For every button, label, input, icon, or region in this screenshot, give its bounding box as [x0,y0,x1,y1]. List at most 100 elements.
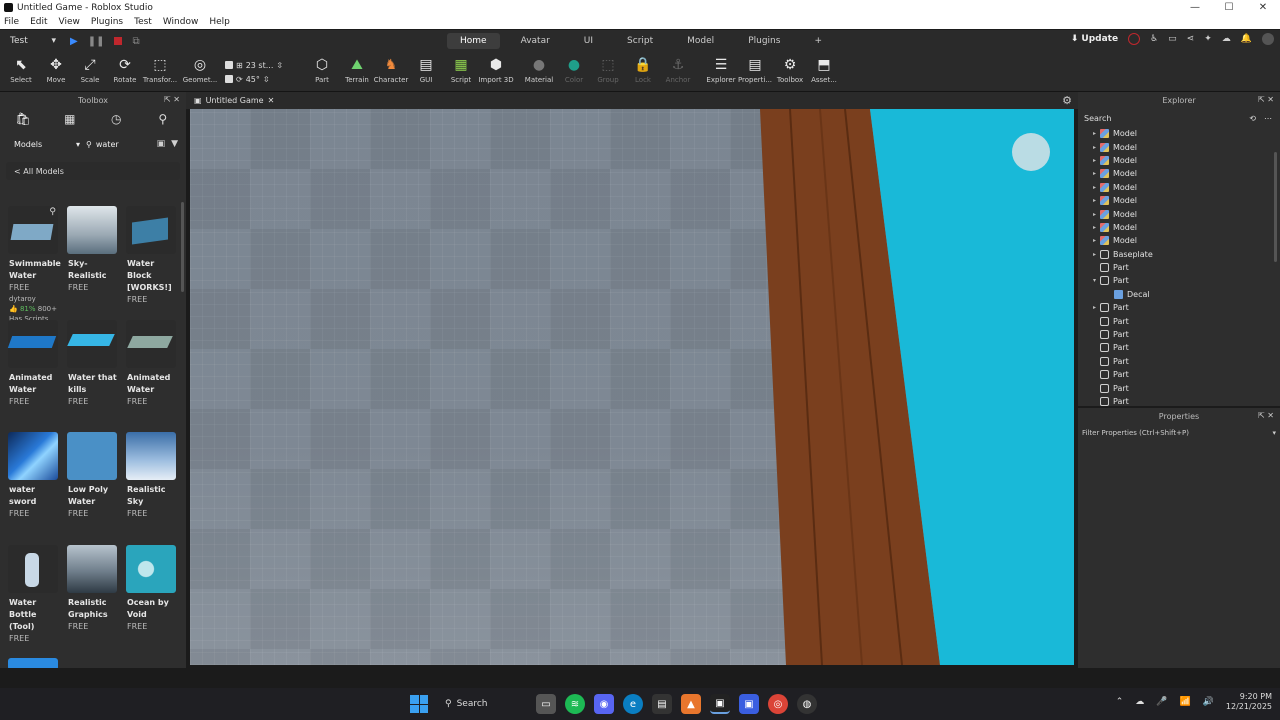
stepper-icon[interactable]: ⇳ [276,61,283,70]
expand-arrow-icon[interactable]: ▸ [1084,224,1096,231]
material-tool[interactable]: ● Material [519,57,559,84]
move-snap-checkbox[interactable] [225,61,233,69]
edge-icon[interactable]: e [623,694,643,714]
roblox-icon[interactable]: ▣ [739,694,759,714]
toolbox-item[interactable]: Animated Water FREE [4,320,60,408]
rotate-snap-row[interactable]: ⟳ 45° ⇳ [225,72,291,86]
toolbox-item[interactable]: Water Bottle (Tool) FREE [4,545,60,645]
expand-arrow-icon[interactable]: ▸ [1084,130,1096,137]
explorer-item[interactable]: ▸ Part [1078,301,1280,314]
pause-icon[interactable]: ❚❚ [88,36,105,47]
windows-start-icon[interactable] [410,695,428,713]
toolbox-item[interactable]: Water that kills FREE [63,320,119,408]
move-snap-row[interactable]: ⊞ 23 st... ⇳ [225,58,291,72]
menu-edit[interactable]: Edit [30,17,47,27]
taskbar-search[interactable]: ⚲ Search [437,694,527,714]
spotify-icon[interactable]: ≋ [565,694,585,714]
toolbox-item[interactable]: Animated Water FREE [122,320,178,408]
select-tool[interactable]: ⬉ Select [1,57,41,84]
menu-view[interactable]: View [59,17,80,27]
explorer-item[interactable]: ▸ Model [1078,221,1280,234]
recent-tab-icon[interactable]: ◷ [93,112,140,126]
menu-help[interactable]: Help [209,17,230,27]
chrome-icon[interactable]: ◎ [768,694,788,714]
script-tool[interactable]: ▦ Script [441,57,481,84]
rotate-snap-value[interactable]: 45° [246,75,260,84]
creations-tab-icon[interactable]: ⚲ [140,112,187,126]
explorer-search-input[interactable]: Search ⟲ ⋯ [1082,110,1276,126]
tab-home[interactable]: Home [447,33,500,49]
explorer-item[interactable]: Part [1078,368,1280,381]
expand-arrow-icon[interactable]: ▸ [1084,170,1096,177]
rotate-tool[interactable]: ⟳ Rotate [105,57,145,84]
toolbox-item[interactable]: Ocean by Void FREE [122,545,178,633]
expand-arrow-icon[interactable]: ▸ [1084,211,1096,218]
tab-plugins[interactable]: Plugins [735,33,793,49]
document-tab[interactable]: ▣ Untitled Game ✕ [194,96,274,105]
viewport-settings-icon[interactable]: ⚙ [1062,94,1072,107]
inventory-tab-icon[interactable]: ▦ [47,112,94,126]
mode-dropdown[interactable]: Test ▾ [6,33,60,49]
chevron-up-icon[interactable]: ⌃ [1116,697,1124,707]
clock[interactable]: 9:20 PM 12/21/2025 [1226,692,1272,712]
expand-arrow-icon[interactable]: ▸ [1084,304,1096,311]
tab-model[interactable]: Model [674,33,727,49]
update-button[interactable]: ⬇ Update [1071,34,1118,44]
cloud-icon[interactable]: ☁ [1135,697,1144,707]
rotate-snap-checkbox[interactable] [225,75,233,83]
toolbox-item[interactable]: Low Poly Water FREE [63,432,119,520]
file-manager-icon[interactable]: ▭ [536,694,556,714]
expand-arrow-icon[interactable]: ▸ [1084,251,1096,258]
chevron-down-icon[interactable]: ▾ [1272,429,1276,437]
collab-icon[interactable]: ✦ [1204,34,1212,44]
wifi-icon[interactable]: 📶 [1179,697,1190,707]
toolbox-item[interactable]: Realistic Sky FREE [122,432,178,520]
toolbox-item[interactable]: water sword FREE [4,432,60,520]
gui-tool[interactable]: ▤ GUI [406,57,446,84]
roblox-studio-taskbar-icon[interactable]: ▣ [710,694,730,714]
lock-tool[interactable]: 🔒 Lock [623,57,663,84]
explorer-item[interactable]: Part [1078,355,1280,368]
item-creator[interactable]: dytaroy [9,294,60,304]
explorer-item[interactable]: Part [1078,381,1280,394]
part-tool[interactable]: ⬡ Part [302,57,342,84]
client-server-icon[interactable]: ⧉ [132,36,139,47]
menu-plugins[interactable]: Plugins [91,17,123,27]
menu-test[interactable]: Test [134,17,152,27]
all-models-button[interactable]: < All Models [6,162,180,180]
expand-arrow-icon[interactable]: ▸ [1084,144,1096,151]
explorer-item[interactable]: ▸ Model [1078,207,1280,220]
more-icon[interactable]: ⋯ [1264,114,1272,123]
toolbox-search-input[interactable]: ⚲ water [86,140,151,149]
stop-icon[interactable] [114,37,123,45]
accessibility-icon[interactable]: ♿ [1150,34,1158,44]
move-snap-value[interactable]: 23 st... [246,61,274,70]
explorer-item[interactable]: ▸ Model [1078,127,1280,140]
expand-arrow-icon[interactable]: ▸ [1084,237,1096,244]
anchor-tool[interactable]: ⚓ Anchor [658,57,698,84]
explorer-item[interactable]: ▸ Model [1078,194,1280,207]
expand-arrow-icon[interactable]: ▾ [1084,277,1096,284]
scale-tool[interactable]: ⤢ Scale [70,57,110,84]
explorer-item[interactable]: Part [1078,328,1280,341]
character-tool[interactable]: ♞ Character [371,57,411,84]
play-icon[interactable]: ▶ [70,36,78,47]
team-create-icon[interactable] [1128,33,1141,45]
filter-icon[interactable]: ▼ [171,139,178,149]
history-icon[interactable]: ⟲ [1249,114,1256,123]
explorer-item[interactable]: ▸ Model [1078,140,1280,153]
minimize-button[interactable]: — [1178,2,1212,13]
cloud-icon[interactable]: ☁ [1222,34,1231,44]
toolbox-item[interactable]: Water Block [WORKS!] FREE [122,206,178,306]
toolbox-item[interactable]: Realistic Graphics FREE [63,545,119,633]
zoom-icon[interactable]: ⚲ [49,207,56,217]
expand-arrow-icon[interactable]: ▸ [1084,184,1096,191]
panel-controls[interactable]: ⇱ ✕ [164,95,180,104]
toolbox-item[interactable]: ⚲ Swimmable Water FREE dytaroy 👍 81% 800… [4,206,61,324]
panel-controls[interactable]: ⇱ ✕ [1258,95,1274,104]
chat-icon[interactable]: ▭ [1168,34,1177,44]
explorer-item[interactable]: Part [1078,314,1280,327]
image-filter-icon[interactable]: ▣ [157,139,166,149]
share-icon[interactable]: ⋖ [1187,34,1195,44]
geometry-tool[interactable]: ◎ Geomet... [180,57,220,84]
